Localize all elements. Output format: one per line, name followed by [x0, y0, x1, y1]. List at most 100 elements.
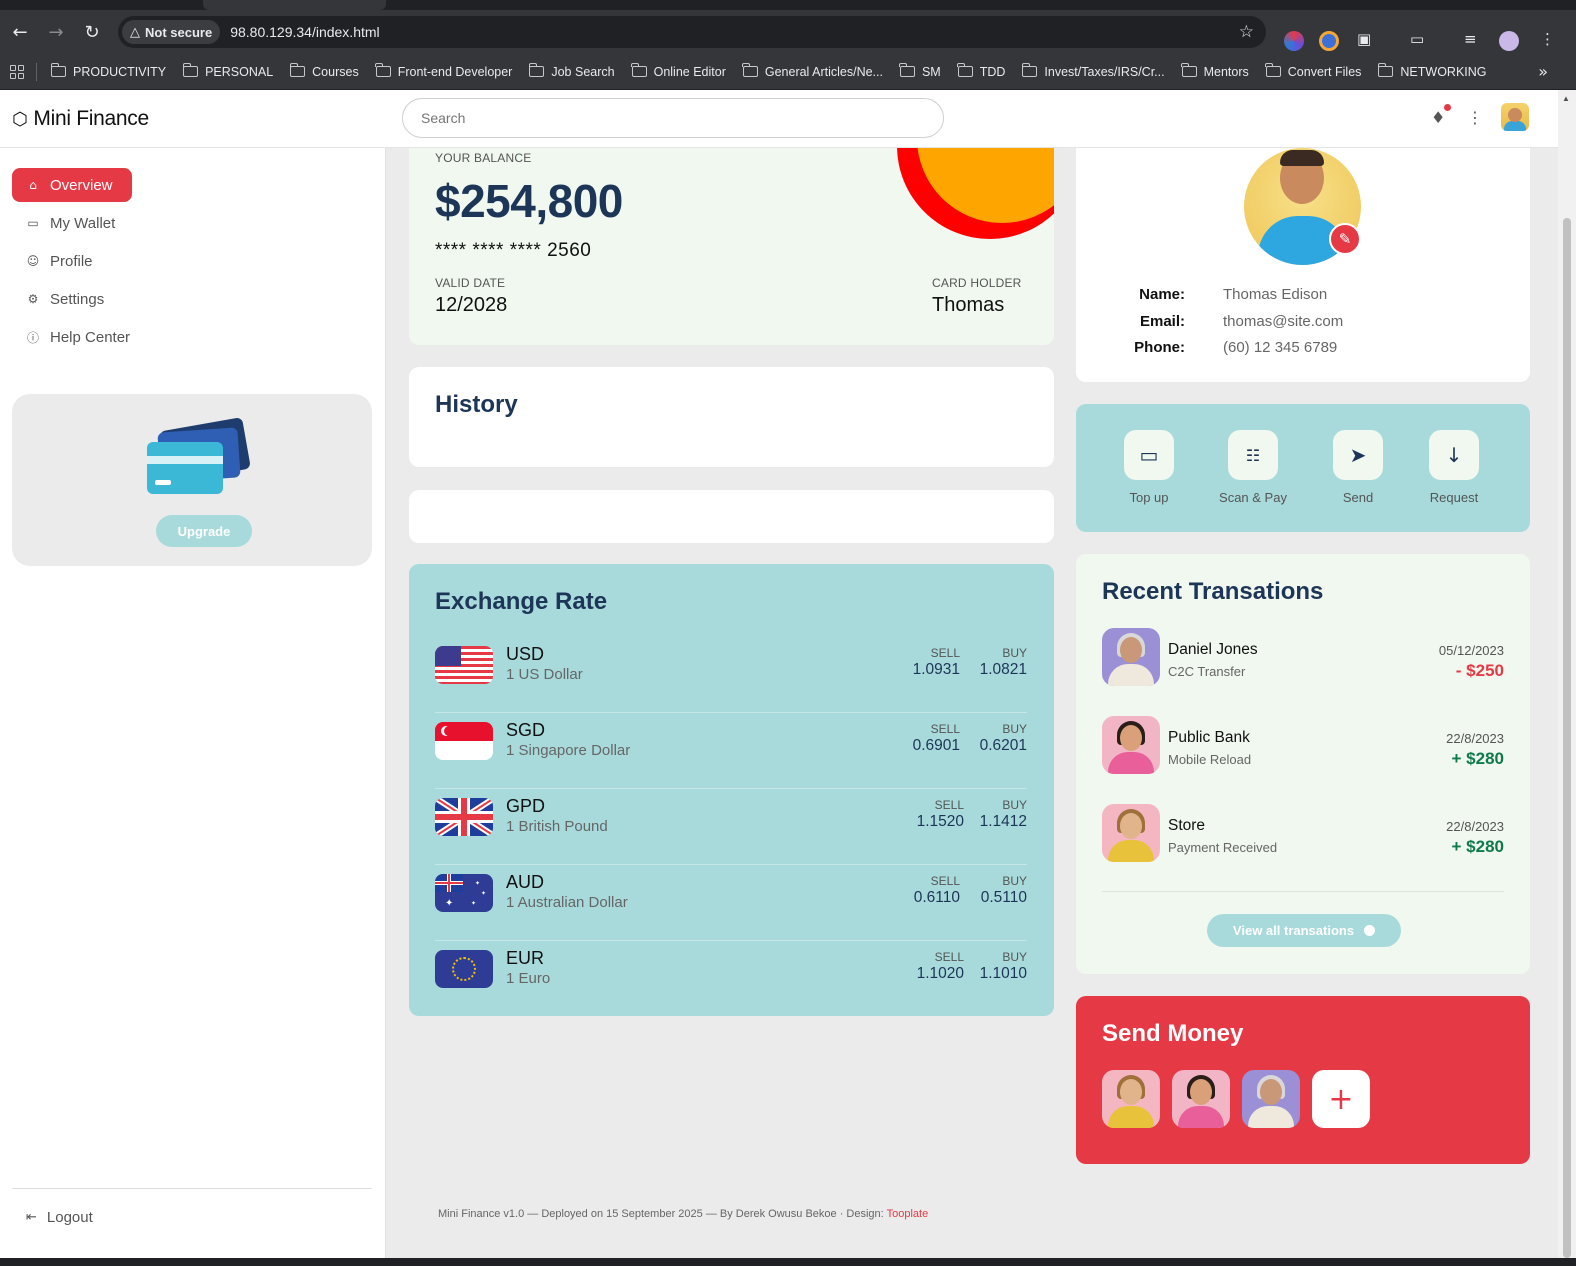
top-up-button[interactable]: ▭ Top up	[1104, 430, 1194, 505]
url-text[interactable]: 98.80.129.34/index.html	[230, 24, 379, 40]
transaction-type: C2C Transfer	[1168, 664, 1246, 679]
scrollbar-thumb[interactable]	[1563, 218, 1571, 1258]
sidebar-item-settings[interactable]: ⚙ Settings	[12, 282, 105, 316]
logout-button[interactable]: ⇤ Logout	[12, 1200, 93, 1234]
address-bar[interactable]: △ Not secure 98.80.129.34/index.html ☆	[118, 16, 1266, 48]
brand[interactable]: ⬡ Mini Finance	[12, 107, 149, 131]
bookmark-folder[interactable]: Convert Files	[1265, 63, 1361, 79]
folder-icon	[528, 63, 545, 77]
exchange-rate-row: GPD 1 British Pound SELL 1.1520 BUY 1.1412	[435, 790, 1027, 865]
bookmark-folder[interactable]: PERSONAL	[182, 63, 273, 79]
sell-rate: 1.0931	[912, 661, 960, 678]
history-title: History	[435, 391, 518, 418]
extension-icon[interactable]	[1284, 31, 1304, 51]
view-all-transactions-button[interactable]: View all transations	[1207, 914, 1401, 947]
sell-rate: 0.6110	[913, 889, 960, 906]
currency-code: USD	[506, 644, 545, 664]
contact-avatar[interactable]	[1102, 1070, 1160, 1128]
contact-avatar[interactable]	[1172, 1070, 1230, 1128]
currency-name: 1 Euro	[506, 970, 551, 987]
currency-name: 1 Australian Dollar	[506, 894, 628, 911]
wallet-icon: ▭	[27, 216, 39, 230]
upgrade-button[interactable]: Upgrade	[156, 515, 252, 547]
history-content	[409, 490, 1054, 543]
sidebar-item-profile[interactable]: ☺ Profile	[12, 244, 93, 278]
currency-code: AUD	[506, 872, 545, 892]
scan-pay-button[interactable]: ☷ Scan & Pay	[1208, 430, 1298, 505]
card-holder-value: Thomas	[932, 294, 1005, 316]
request-button[interactable]: ↓ Request	[1409, 430, 1499, 505]
transaction-date: 05/12/2023	[1438, 643, 1504, 658]
bookmark-star-icon[interactable]: ☆	[1239, 22, 1254, 42]
transaction-amount: + $280	[1451, 837, 1504, 856]
bookmark-folder[interactable]: Online Editor	[631, 63, 726, 79]
bookmark-folder[interactable]: Mentors	[1181, 63, 1249, 79]
upgrade-card: Upgrade	[12, 394, 372, 566]
folder-icon	[50, 63, 66, 77]
bookmark-folder[interactable]: Job Search	[528, 63, 615, 79]
notification-dot	[1444, 104, 1451, 111]
bookmark-folder[interactable]: SM	[899, 63, 941, 79]
sell-column: SELL 1.1520	[916, 798, 964, 830]
extension-icon[interactable]	[1319, 31, 1339, 51]
send-money-card: Send Money +	[1076, 996, 1530, 1164]
contact-avatar[interactable]	[1242, 1070, 1300, 1128]
au-flag-icon: ✦ ✦ ✦ ✦	[435, 874, 493, 912]
bookmark-folder[interactable]: Front-end Developer	[375, 63, 512, 79]
cast-icon[interactable]: ▭	[1410, 30, 1424, 48]
avatar[interactable]	[1501, 103, 1529, 131]
transaction-item[interactable]: Store Payment Received 22/8/2023 + $280	[1102, 804, 1504, 864]
card-icon: ▭	[1124, 430, 1174, 480]
apps-icon[interactable]	[10, 64, 24, 79]
back-icon[interactable]: ←	[2, 14, 38, 50]
sidebar-item-my-wallet[interactable]: ▭ My Wallet	[12, 206, 115, 240]
transaction-amount: + $280	[1451, 749, 1504, 768]
card-number: **** **** **** 2560	[435, 240, 592, 261]
transaction-item[interactable]: Daniel Jones C2C Transfer 05/12/2023 - $250	[1102, 628, 1504, 688]
bookmark-folder[interactable]: Invest/Taxes/IRS/Cr...	[1021, 63, 1165, 79]
search-input[interactable]	[402, 98, 944, 138]
currency-code: SGD	[506, 720, 546, 740]
buy-column: BUY 1.1412	[979, 798, 1027, 830]
forward-icon[interactable]: →	[38, 14, 74, 50]
transaction-type: Mobile Reload	[1168, 752, 1252, 767]
send-button[interactable]: ➤ Send	[1313, 430, 1403, 505]
buy-column: BUY 1.1010	[979, 950, 1027, 982]
folder-icon	[1181, 63, 1197, 77]
reload-icon[interactable]: ↻	[74, 14, 110, 50]
browser-tab[interactable]	[203, 0, 386, 10]
sell-rate: 1.1020	[916, 965, 964, 982]
bookmark-folder[interactable]: TDD	[957, 63, 1005, 79]
balance-amount: $254,800	[435, 175, 623, 227]
transaction-item[interactable]: Public Bank Mobile Reload 22/8/2023 + $280	[1102, 716, 1504, 776]
sidebar-item-help-center[interactable]: ⓘ Help Center	[12, 320, 130, 354]
exchange-rate-row: USD 1 US Dollar SELL 1.0931 BUY 1.0821	[435, 638, 1027, 713]
scrollbar[interactable]: ▲	[1558, 90, 1576, 1258]
bookmark-folder[interactable]: Courses	[289, 63, 359, 79]
folder-icon	[957, 63, 973, 77]
edit-icon[interactable]: ✎	[1329, 223, 1361, 255]
bell-icon[interactable]: ♦	[1431, 108, 1445, 127]
quick-actions: ▭ Top up ☷ Scan & Pay ➤ Send ↓ Request	[1076, 404, 1530, 532]
sidebar-item-overview[interactable]: ⌂ Overview	[12, 168, 132, 202]
buy-rate: 1.1412	[979, 813, 1027, 830]
add-contact-button[interactable]: +	[1312, 1070, 1370, 1128]
footer: Mini Finance v1.0 — Deployed on 15 Septe…	[438, 1208, 929, 1220]
folder-icon	[742, 63, 758, 77]
profile-avatar-icon[interactable]	[1499, 31, 1519, 51]
menu-icon[interactable]: ⋮	[1540, 30, 1555, 48]
sell-rate: 0.6901	[912, 737, 960, 754]
security-chip[interactable]: △ Not secure	[122, 20, 221, 44]
bookmark-folder[interactable]: NETWORKING	[1377, 63, 1487, 79]
puzzle-icon[interactable]: ▣	[1357, 30, 1371, 48]
sell-column: SELL 0.6901	[912, 722, 960, 754]
more-bookmarks-icon[interactable]: »	[1538, 62, 1548, 81]
profile-email: thomas@site.com	[1223, 313, 1344, 330]
exchange-rate-row: SGD 1 Singapore Dollar SELL 0.6901 BUY 0.6201	[435, 714, 1027, 789]
media-icon[interactable]: ≡	[1464, 30, 1477, 48]
bookmark-folder[interactable]: General Articles/Ne...	[742, 63, 883, 79]
bookmark-folder[interactable]: PRODUCTIVITY	[50, 63, 166, 79]
more-vertical-icon[interactable]: ⋮	[1467, 108, 1483, 127]
tooplate-link[interactable]: Tooplate	[887, 1208, 929, 1220]
profile-name: Thomas Edison	[1223, 286, 1328, 303]
